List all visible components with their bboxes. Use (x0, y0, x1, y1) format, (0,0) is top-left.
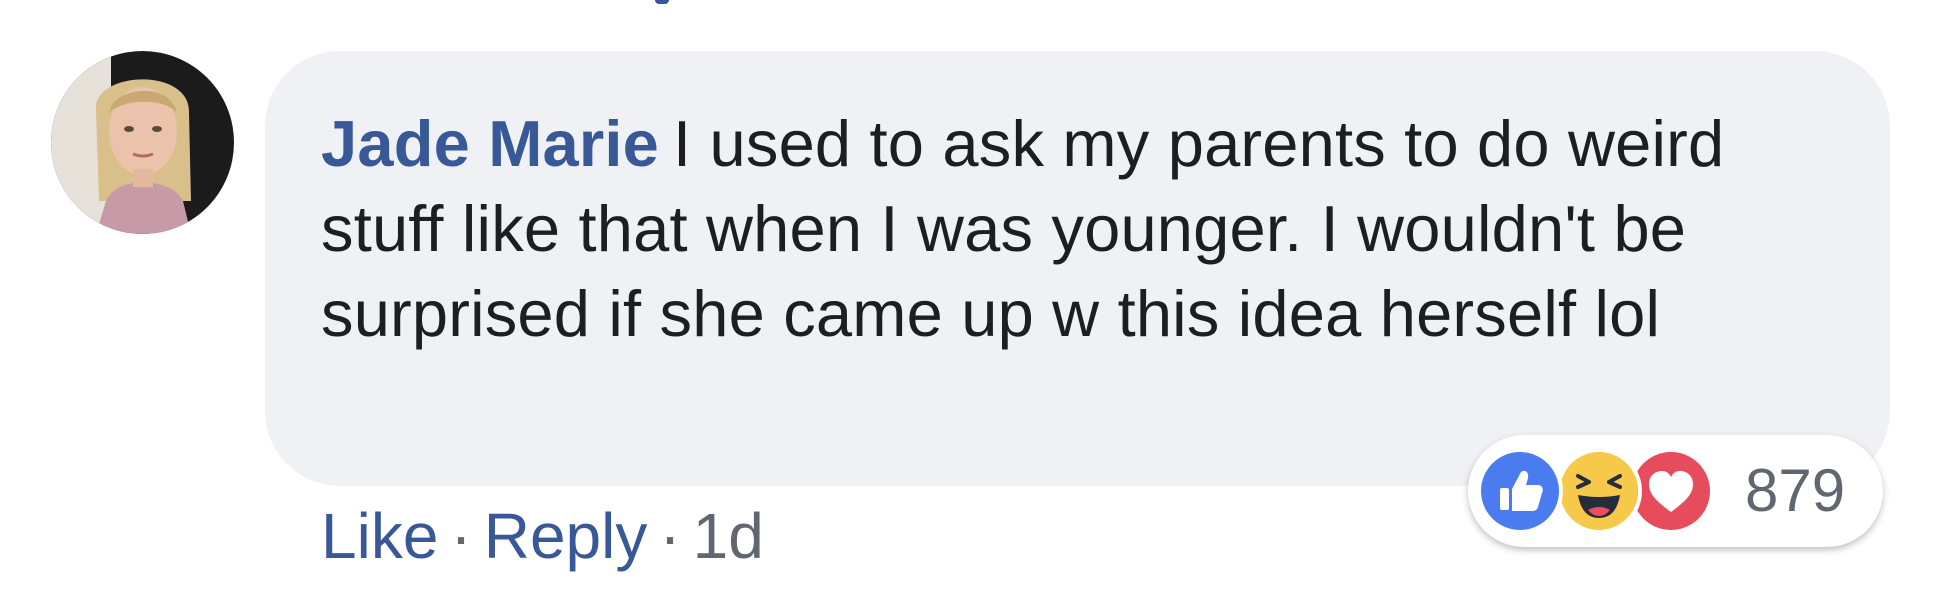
comment-bubble: Jade Marie I used to ask my parents to do… (265, 51, 1890, 486)
avatar[interactable] (51, 51, 234, 234)
reaction-count: 879 (1745, 457, 1846, 524)
author-name-link[interactable]: Jade Marie (321, 107, 659, 180)
timestamp-link[interactable]: 1d (693, 500, 764, 572)
haha-icon (1556, 448, 1642, 534)
profile-photo-icon (51, 51, 234, 234)
comment-body: Jade Marie I used to ask my parents to do… (321, 101, 1840, 356)
separator: · (450, 500, 472, 572)
like-icon (1477, 448, 1563, 534)
reactions-summary[interactable]: 879 (1468, 435, 1883, 547)
separator: · (659, 500, 681, 572)
previous-comment-fragment (655, 0, 669, 4)
like-button[interactable]: Like (321, 500, 438, 572)
comment-actions: Like · Reply · 1d (321, 496, 764, 576)
reply-button[interactable]: Reply (484, 500, 648, 572)
